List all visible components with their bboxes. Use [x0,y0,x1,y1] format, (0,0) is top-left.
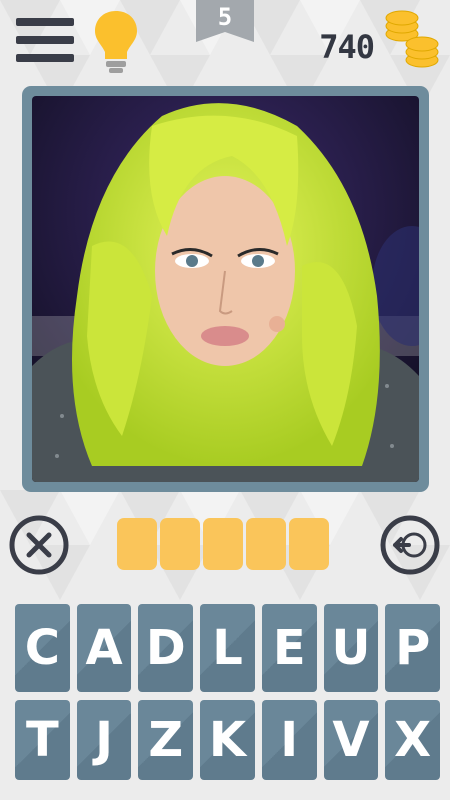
letter-key[interactable]: V [323,700,379,780]
keyboard-row-2: T J Z K I V X [15,700,441,780]
letter-key[interactable]: I [261,700,317,780]
answer-slot[interactable] [160,518,200,570]
keyboard-row-1: C A D L E U P [15,604,441,692]
letter-key[interactable]: K [200,700,255,780]
letter-keyboard: C A D L E U P T J Z K I V X [15,604,441,788]
letter-key[interactable]: X [385,700,441,780]
letter-key[interactable]: U [323,604,379,692]
answer-slot[interactable] [289,518,329,570]
answer-slot[interactable] [203,518,243,570]
letter-key[interactable]: E [261,604,317,692]
letter-key[interactable]: P [385,604,441,692]
backspace-button[interactable] [379,514,441,576]
letter-key[interactable]: Z [138,700,194,780]
level-number: 5 [217,3,233,31]
letter-key[interactable]: A [76,604,132,692]
puzzle-photo-frame [22,86,429,492]
close-icon [9,515,69,575]
letter-key[interactable]: L [200,604,255,692]
clear-button[interactable] [8,514,70,576]
portrait-image [32,96,419,482]
answer-slot[interactable] [246,518,286,570]
letter-key[interactable]: C [15,604,70,692]
puzzle-photo [32,96,419,482]
arrow-left-icon [380,515,440,575]
letter-key[interactable]: D [138,604,194,692]
lightbulb-icon [95,11,137,73]
hint-button[interactable] [93,9,139,75]
letter-key[interactable]: T [15,700,70,780]
answer-slots [117,518,329,570]
letter-key[interactable]: J [76,700,132,780]
level-badge: 5 [196,0,254,42]
answer-slot[interactable] [117,518,157,570]
coin-stack-icon [385,10,439,68]
menu-button[interactable] [16,16,74,68]
coin-count: 740 [319,28,375,66]
